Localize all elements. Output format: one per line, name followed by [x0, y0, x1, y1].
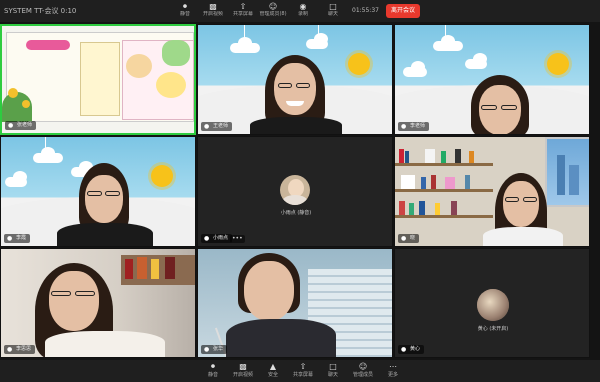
sun-decoration: [348, 53, 370, 75]
members-icon: ☺: [358, 362, 368, 371]
video-tile-avatar[interactable]: 小雨点 (静音) ● 小雨点 •••: [197, 136, 393, 247]
toolbar-share-button[interactable]: ⇧ 共享屏幕: [226, 1, 260, 21]
mic-icon: ⚫: [209, 362, 217, 371]
nametag: ● 李霞: [4, 234, 31, 243]
window-background: [545, 137, 589, 207]
more-icon: ⋯: [389, 362, 397, 371]
bottom-security-button[interactable]: ▲ 安全: [258, 362, 288, 381]
video-icon: ▩: [209, 2, 217, 11]
avatar-label: 黄心 (未开启): [477, 326, 509, 332]
nametag: ● 李老师: [398, 122, 430, 131]
nametag: ● 晓: [398, 234, 420, 243]
avatar-label: 小雨点 (静音): [280, 210, 312, 216]
cloud-decoration: [403, 61, 427, 77]
participant-face: [479, 85, 521, 134]
video-tile-participant[interactable]: ● 李思思: [0, 248, 196, 358]
bottom-chat-button[interactable]: □ 聊天: [318, 362, 348, 381]
cloud-decoration: [5, 171, 27, 187]
chat-icon: □: [329, 2, 337, 11]
participant-face: [274, 63, 316, 115]
toolbar-members-button[interactable]: ☺ 管理成员(8): [256, 1, 290, 21]
mic-icon: ●: [401, 123, 407, 130]
meeting-timer: 01:55:37: [352, 7, 379, 14]
participant-face: [503, 181, 539, 227]
mic-icon: ●: [204, 235, 210, 242]
more-options-icon[interactable]: •••: [230, 235, 245, 243]
window-title: SYSTEM TT-会议 0:10: [4, 7, 77, 15]
video-tile-avatar[interactable]: 黄心 (未开启) ● 黄心: [394, 248, 590, 358]
video-tile-participant[interactable]: ● 李老师: [394, 24, 590, 135]
nametag: ● 张老师: [5, 121, 37, 130]
members-icon: ☺: [268, 2, 278, 11]
share-icon: ⇧: [299, 362, 307, 371]
sun-decoration: [151, 165, 173, 187]
shared-slide: [2, 26, 194, 133]
bottom-video-button[interactable]: ▩ 开启视频: [228, 362, 258, 381]
bottom-more-button[interactable]: ⋯ 更多: [378, 362, 408, 381]
video-icon: ▩: [239, 362, 247, 371]
nametag: ● 小雨点: [201, 234, 233, 243]
toolbar-chat-button[interactable]: □ 聊天: [316, 1, 350, 21]
participant-face: [49, 271, 99, 331]
nametag: ● 黄心: [398, 345, 425, 354]
cloud-decoration: [33, 147, 63, 163]
top-toolbar: SYSTEM TT-会议 0:10 ⚫ 静音 ▩ 开启视频 ⇧ 共享屏幕 ☺ 管…: [0, 0, 600, 22]
nametag: ● 张华: [201, 345, 228, 354]
leave-meeting-button[interactable]: 离开会议: [386, 4, 420, 18]
shield-icon: ▲: [269, 362, 277, 371]
share-icon: ⇧: [239, 2, 247, 11]
bottom-toolbar: ⚫ 静音 ▩ 开启视频 ▲ 安全 ⇧ 共享屏幕 □ 聊天 ☺ 管理成员 ⋯ 更多: [0, 360, 600, 382]
participant-face: [85, 175, 123, 223]
sun-decoration: [547, 53, 569, 75]
mic-icon: ●: [8, 122, 14, 129]
toolbar-video-button[interactable]: ▩ 开启视频: [196, 1, 230, 21]
mic-icon: ●: [401, 235, 407, 242]
mic-icon: ●: [7, 235, 13, 242]
mic-icon: ●: [401, 346, 407, 353]
cloud-decoration: [465, 53, 487, 69]
avatar: [477, 289, 509, 321]
nametag: ● 李思思: [4, 345, 36, 354]
record-icon: ◉: [299, 2, 307, 11]
chat-icon: □: [329, 362, 337, 371]
mic-icon: ●: [204, 346, 210, 353]
video-tile-screen-share[interactable]: ● 张老师: [0, 24, 196, 135]
cloud-decoration: [306, 33, 328, 49]
mic-icon: ●: [204, 123, 210, 130]
participant-face: [244, 261, 294, 321]
cloud-decoration: [230, 37, 260, 53]
video-tile-participant[interactable]: ● 张华: [197, 248, 393, 358]
avatar: [280, 175, 310, 205]
toolbar-record-button[interactable]: ◉ 录制: [286, 1, 320, 21]
bottom-share-button[interactable]: ⇧ 共享屏幕: [288, 362, 318, 381]
mic-icon: ●: [7, 346, 13, 353]
video-tile-participant[interactable]: ● 李霞: [0, 136, 196, 247]
video-tile-participant[interactable]: ● 王老师: [197, 24, 393, 135]
video-tile-participant[interactable]: ● 晓: [394, 136, 590, 247]
bottom-members-button[interactable]: ☺ 管理成员: [348, 362, 378, 381]
mic-icon: ⚫: [181, 2, 189, 11]
video-grid: ● 张老师 ● 王老师 ● 李老师 ● 李霞 小雨点 (静音) ● 小雨点 ••…: [0, 24, 600, 358]
nametag: ● 王老师: [201, 122, 233, 131]
cloud-decoration: [433, 35, 463, 51]
bottom-mute-button[interactable]: ⚫ 静音: [198, 362, 228, 381]
